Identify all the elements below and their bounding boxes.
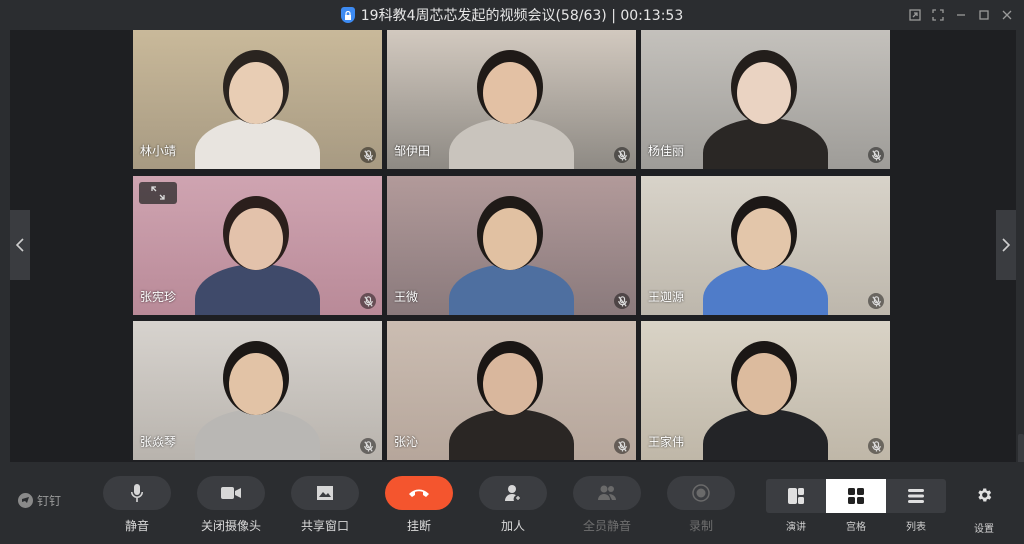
mic-icon [103, 476, 171, 510]
mic-muted-icon [614, 147, 630, 163]
layout-grid-button[interactable] [826, 479, 886, 513]
title-wrap: 19科教4周芯芯发起的视频会议(58/63) | 00:13:53 [340, 5, 684, 25]
popout-icon[interactable] [903, 4, 926, 26]
hangup-icon [385, 476, 453, 510]
title-bar: 19科教4周芯芯发起的视频会议(58/63) | 00:13:53 [0, 0, 1024, 30]
video-tile[interactable]: 王家伟 [641, 321, 890, 460]
chevron-left-icon [16, 238, 24, 252]
toolbar-button-label: 全员静音 [582, 519, 631, 533]
add-person-icon [479, 476, 547, 510]
mute-all-button[interactable]: 全员静音 [566, 476, 648, 534]
participant-name: 张焱琴 [140, 435, 177, 449]
mic-muted-icon [614, 293, 630, 309]
layout-list-label: 列表 [906, 522, 926, 533]
toolbar-button-label: 录制 [688, 519, 713, 533]
brand-name: 钉钉 [37, 494, 62, 508]
prev-page-button[interactable] [10, 210, 30, 280]
mute-all-icon [573, 476, 641, 510]
window-controls [903, 4, 1018, 26]
next-page-button[interactable] [996, 210, 1016, 280]
brand: 钉钉 [18, 492, 61, 509]
video-tile[interactable]: 张焱琴 [133, 321, 382, 460]
participant-face [229, 208, 283, 270]
layout-speaker-label: 演讲 [786, 522, 806, 533]
minimize-button[interactable] [949, 4, 972, 26]
record-button[interactable]: 录制 [660, 476, 742, 534]
video-tile[interactable]: 张沁 [387, 321, 636, 460]
video-tile[interactable]: 林小靖 [133, 30, 382, 169]
mic-muted-icon [360, 293, 376, 309]
maximize-button[interactable] [972, 4, 995, 26]
participant-name: 王迦源 [648, 290, 685, 304]
video-tile[interactable]: 王微 [387, 176, 636, 315]
participant-name: 张宪珍 [140, 290, 177, 304]
video-tile[interactable]: 杨佳丽 [641, 30, 890, 169]
participant-name: 张沁 [394, 435, 419, 449]
grid-layout-icon [848, 488, 864, 504]
mic-muted-icon [360, 147, 376, 163]
expand-video-button[interactable] [139, 182, 177, 204]
add-person-button[interactable]: 加人 [472, 476, 554, 534]
video-grid: 林小靖 邹伊田 杨佳丽张宪珍 王微 王迦源张焱琴 张沁 王家伟 [133, 30, 895, 462]
participant-name: 王家伟 [648, 435, 685, 449]
list-layout-icon [908, 489, 924, 503]
layout-labels: 演讲 宫格 列表 [766, 518, 946, 533]
participant-face [229, 353, 283, 415]
video-tile[interactable]: 邹伊田 [387, 30, 636, 169]
mic-muted-icon [868, 147, 884, 163]
settings-button[interactable]: 设置 [964, 486, 1004, 535]
mic-muted-icon [360, 438, 376, 454]
participant-face [229, 62, 283, 124]
camera-icon [197, 476, 265, 510]
toolbar-button-label: 共享窗口 [300, 519, 349, 533]
gear-icon [978, 488, 992, 502]
toolbar-button-label: 加人 [500, 519, 525, 533]
share-screen-icon [291, 476, 359, 510]
layout-speaker-button[interactable] [766, 479, 826, 513]
hangup-button[interactable]: 挂断 [378, 476, 460, 534]
speaker-layout-icon [788, 488, 804, 504]
video-stage: 林小靖 邹伊田 杨佳丽张宪珍 王微 王迦源张焱琴 张沁 王家伟 [10, 30, 1016, 462]
participant-name: 杨佳丽 [648, 144, 685, 158]
bottom-toolbar: 钉钉 静音 关闭摄像头 共享窗口 挂断 加人 全员静音 录制 演讲 宫格 列表 设置 [0, 462, 1024, 544]
participant-name: 邹伊田 [394, 144, 431, 158]
toolbar-button-label: 关闭摄像头 [200, 519, 261, 533]
participant-name: 王微 [394, 290, 419, 304]
share-screen-button[interactable]: 共享窗口 [284, 476, 366, 534]
layout-grid-label: 宫格 [846, 522, 866, 533]
participant-face [483, 62, 537, 124]
mic-muted-icon [614, 438, 630, 454]
participant-face [737, 62, 791, 124]
record-icon [667, 476, 735, 510]
window-title: 19科教4周芯芯发起的视频会议(58/63) | 00:13:53 [360, 8, 684, 24]
participant-face [737, 353, 791, 415]
camera-button[interactable]: 关闭摄像头 [190, 476, 272, 534]
toolbar-button-label: 挂断 [406, 519, 431, 533]
mic-muted-icon [868, 293, 884, 309]
chevron-right-icon [1002, 238, 1010, 252]
shield-lock-icon [340, 7, 355, 23]
participant-name: 林小靖 [140, 144, 177, 158]
participant-face [737, 208, 791, 270]
toolbar-button-label: 静音 [124, 519, 149, 533]
layout-list-button[interactable] [886, 479, 946, 513]
participant-face [483, 208, 537, 270]
dingtalk-logo-icon [18, 493, 33, 508]
close-button[interactable] [995, 4, 1018, 26]
layout-switcher [766, 479, 946, 513]
mic-muted-icon [868, 438, 884, 454]
participant-face [483, 353, 537, 415]
fullscreen-icon[interactable] [926, 4, 949, 26]
mic-button[interactable]: 静音 [96, 476, 178, 534]
video-tile[interactable]: 张宪珍 [133, 176, 382, 315]
settings-label: 设置 [974, 524, 994, 535]
video-tile[interactable]: 王迦源 [641, 176, 890, 315]
